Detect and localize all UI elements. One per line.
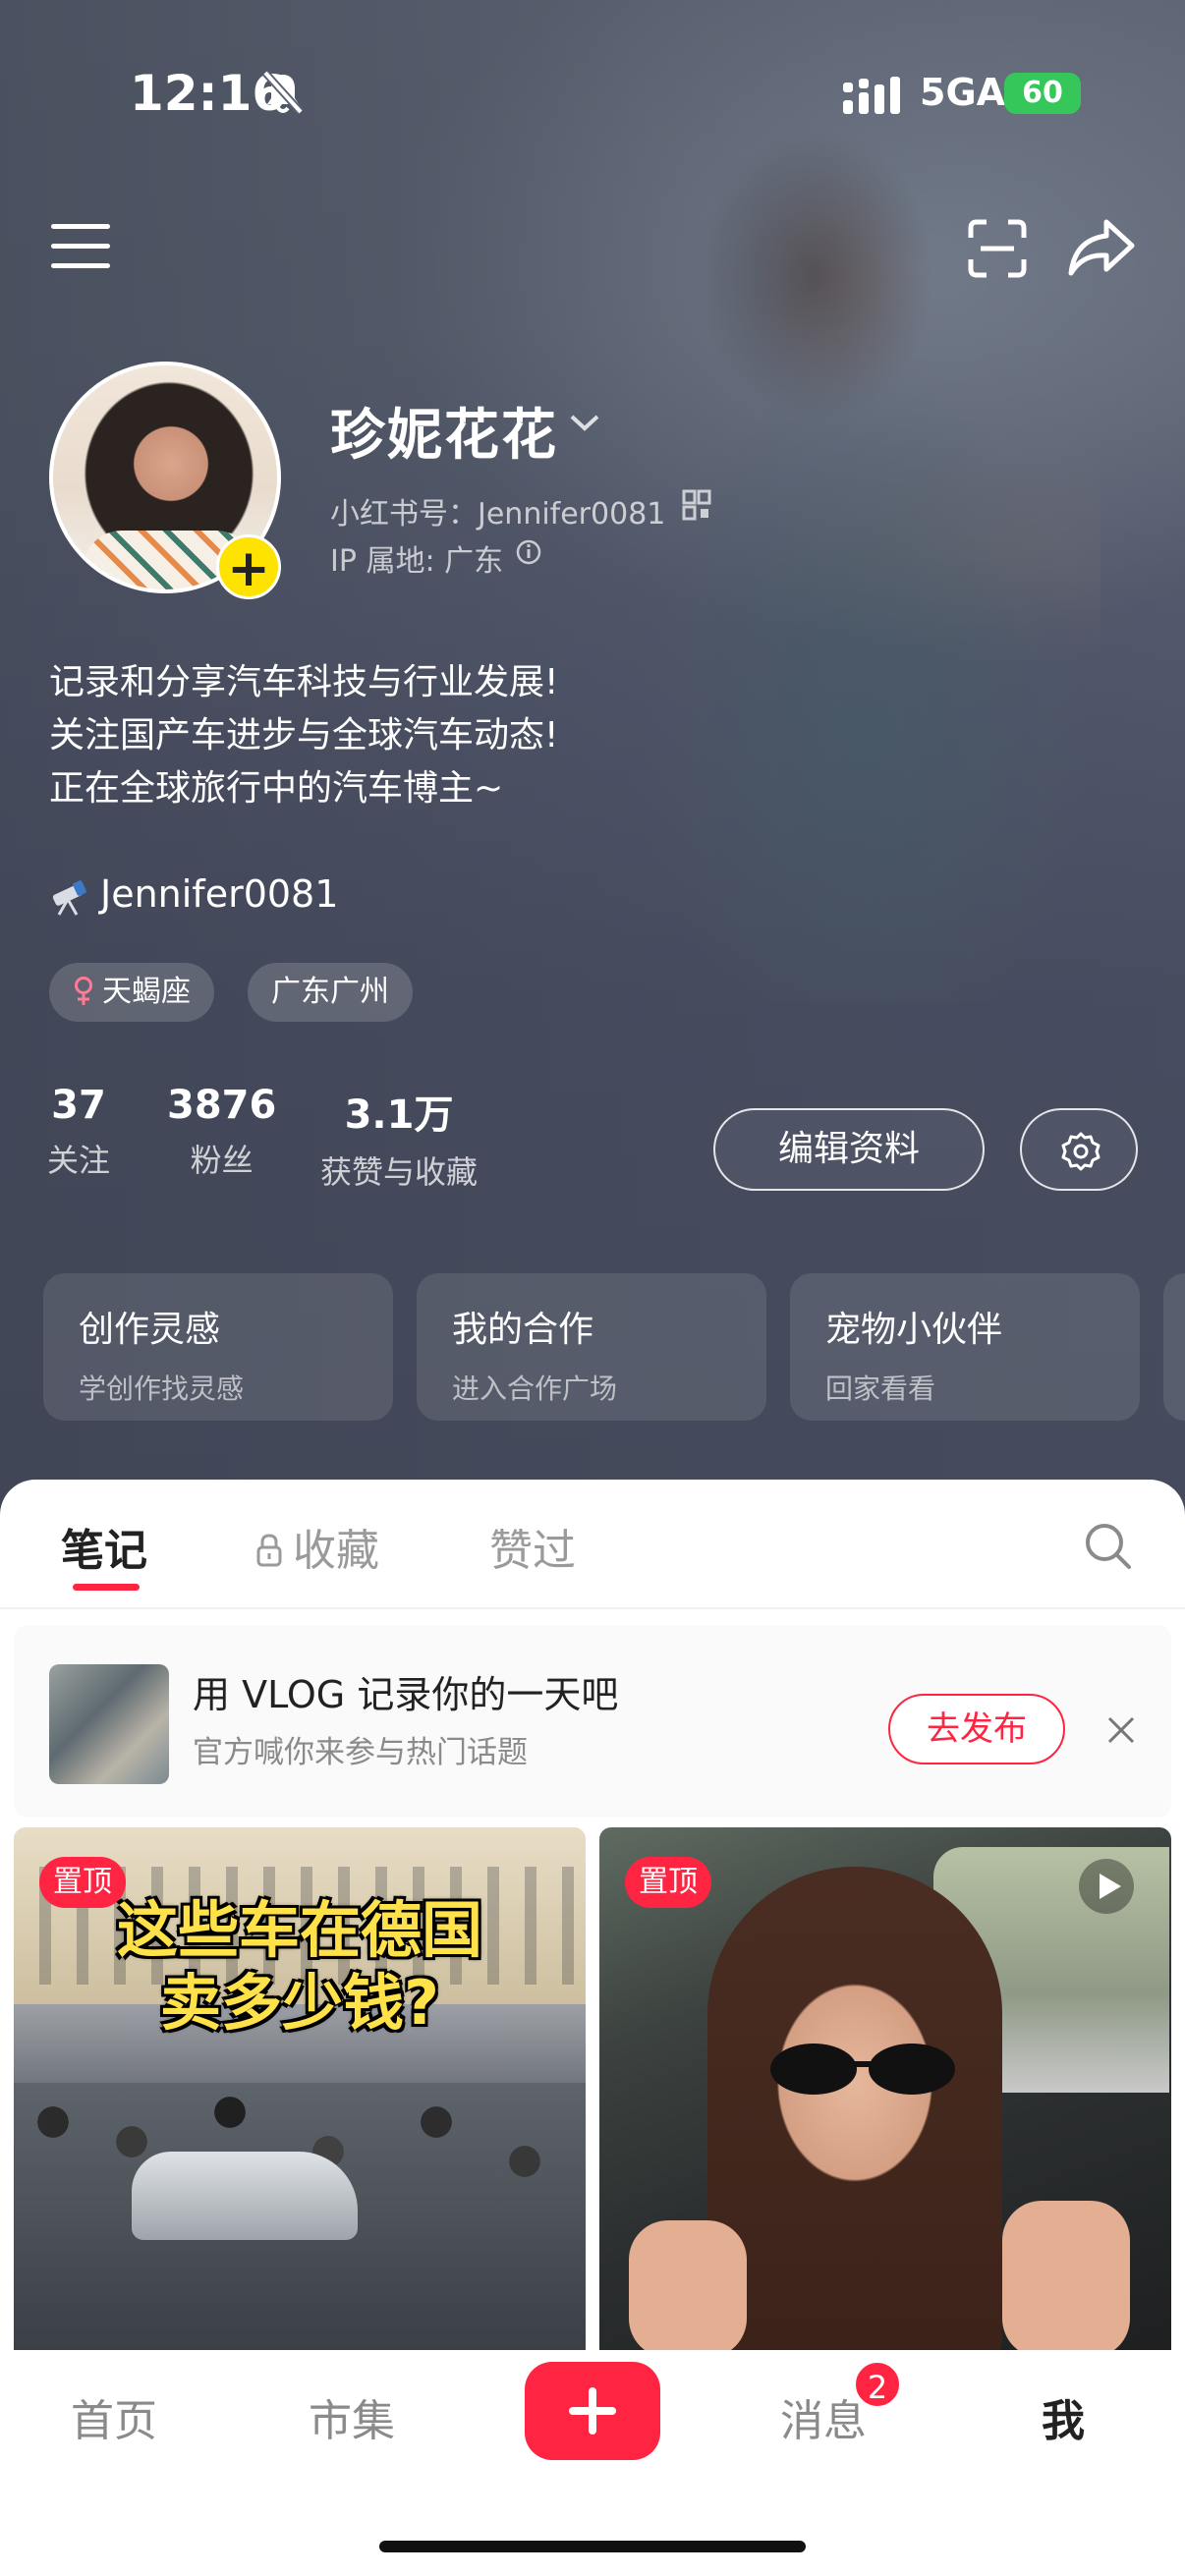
edit-profile-button[interactable]: 编辑资料 [713, 1108, 985, 1191]
stat-followers[interactable]: 3876 粉丝 [167, 1083, 276, 1181]
bottom-nav: 首页 市集 消息 2 我 [0, 2350, 1185, 2576]
card-my-collaboration[interactable]: 我的合作 进入合作广场 [417, 1273, 766, 1421]
post-image-thumb-right [1002, 2201, 1130, 2358]
tab-active-indicator [73, 1584, 140, 1591]
pinned-badge: 置顶 [625, 1857, 711, 1908]
tab-notes[interactable]: 笔记 [61, 1515, 147, 1578]
sunglasses-graphic [770, 2044, 955, 2095]
home-indicator [379, 2541, 806, 2552]
stat-likes-count: 3.1万 [344, 1092, 454, 1138]
post-image-person [707, 1867, 1002, 2358]
pinned-badge: 置顶 [39, 1857, 126, 1908]
bio-line: 正在全球旅行中的汽车博主~ [49, 768, 504, 809]
card-subtitle: 进入合作广场 [452, 1372, 618, 1405]
promo-thumbnail [49, 1664, 169, 1784]
card-subtitle: 学创作找灵感 [79, 1372, 245, 1405]
battery-indicator: 60 [1004, 73, 1081, 114]
ip-location: IP 属地: 广东 [330, 544, 504, 579]
stat-likes[interactable]: 3.1万 获赞与收藏 [320, 1083, 478, 1193]
network-type: 5GA [920, 71, 1006, 114]
lock-icon [256, 1534, 282, 1567]
profile-link[interactable]: Jennifer0081 [49, 872, 338, 917]
tag-location: 广东广州 [248, 963, 413, 1022]
search-icon[interactable] [1081, 1519, 1134, 1572]
card-more-peek[interactable] [1163, 1273, 1185, 1421]
info-icon[interactable] [515, 538, 542, 566]
nav-messages[interactable]: 消息 [780, 2385, 867, 2448]
stat-following-label: 关注 [47, 1142, 111, 1179]
card-pet-buddy[interactable]: 宠物小伙伴 回家看看 [790, 1273, 1140, 1421]
tag-zodiac: 天蝎座 [49, 963, 214, 1022]
bio-line: 关注国产车进步与全球汽车动态! [49, 715, 559, 756]
note-card[interactable]: 置顶 [599, 1827, 1171, 2358]
close-icon[interactable] [1106, 1715, 1136, 1745]
card-title: 创作灵感 [79, 1310, 221, 1350]
card-creation-inspiration[interactable]: 创作灵感 学创作找灵感 [43, 1273, 393, 1421]
post-headline-line: 卖多少钱? [160, 1967, 439, 2039]
tab-liked[interactable]: 赞过 [489, 1515, 576, 1578]
post-headline: 这些车在德国 卖多少钱? [14, 1894, 586, 2040]
new-post-button[interactable] [525, 2362, 660, 2460]
nav-market[interactable]: 市集 [309, 2385, 395, 2448]
messages-unread-badge: 2 [853, 2360, 902, 2409]
scan-icon[interactable] [967, 218, 1028, 279]
avatar-add-button[interactable]: + [216, 534, 281, 599]
tag-zodiac-label: 天蝎座 [102, 975, 191, 1009]
stat-likes-label: 获赞与收藏 [320, 1153, 479, 1191]
nav-home[interactable]: 首页 [71, 2385, 157, 2448]
bio: 记录和分享汽车科技与行业发展! 关注国产车进步与全球汽车动态! 正在全球旅行中的… [49, 656, 558, 815]
note-card[interactable]: 这些车在德国 卖多少钱? 置顶 [14, 1827, 586, 2358]
telescope-icon [52, 879, 86, 916]
nav-me[interactable]: 我 [1042, 2385, 1085, 2448]
tab-divider [0, 1607, 1185, 1609]
redbook-id: 小红书号：Jennifer0081 [330, 497, 666, 532]
plus-icon [569, 2387, 616, 2435]
female-icon [75, 977, 92, 1005]
nickname: 珍妮花花 [330, 404, 558, 468]
card-title: 宠物小伙伴 [825, 1310, 1003, 1350]
gear-icon [1061, 1132, 1100, 1171]
stat-following[interactable]: 37 关注 [47, 1083, 110, 1181]
stat-following-count: 37 [51, 1083, 106, 1128]
signal-icon [843, 77, 900, 114]
stat-followers-count: 3876 [167, 1083, 277, 1128]
promo-publish-button[interactable]: 去发布 [888, 1694, 1065, 1764]
menu-icon[interactable] [51, 224, 110, 269]
share-icon[interactable] [1067, 216, 1136, 277]
settings-button[interactable] [1020, 1108, 1138, 1191]
muted-bell-icon [262, 70, 304, 115]
post-image-thumb-left [629, 2220, 747, 2358]
card-title: 我的合作 [452, 1310, 594, 1350]
video-play-icon [1079, 1859, 1134, 1914]
card-subtitle: 回家看看 [825, 1372, 936, 1405]
tab-favorites[interactable]: 收藏 [254, 1515, 379, 1578]
status-bar: 12:16 5GA 60 [0, 59, 1185, 138]
profile-link-text: Jennifer0081 [100, 872, 339, 916]
stat-followers-label: 粉丝 [190, 1142, 254, 1179]
promo-subtitle: 官方喊你来参与热门话题 [193, 1735, 528, 1770]
qr-code-icon[interactable] [682, 489, 711, 521]
tab-favorites-label: 收藏 [293, 1526, 379, 1576]
chevron-down-icon[interactable] [568, 413, 601, 434]
promo-banner: 用 VLOG 记录你的一天吧 官方喊你来参与热门话题 去发布 [14, 1625, 1171, 1818]
profile-header: 12:16 5GA 60 + 珍妮花花 小红书号：Jennifer0081 IP… [0, 0, 1185, 1533]
post-image-car [132, 2152, 358, 2240]
bio-line: 记录和分享汽车科技与行业发展! [49, 662, 559, 702]
promo-title: 用 VLOG 记录你的一天吧 [193, 1673, 619, 1716]
